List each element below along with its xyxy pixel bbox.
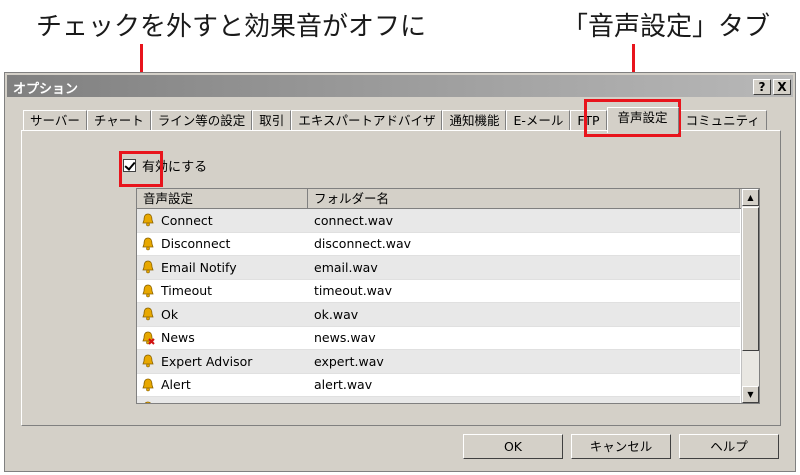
tab-4[interactable]: エキスパートアドバイザ xyxy=(291,110,443,132)
event-cell[interactable]: Alert xyxy=(137,377,308,392)
help-title-button[interactable]: ? xyxy=(753,79,771,95)
tab-5[interactable]: 通知機能 xyxy=(442,110,507,132)
tab-6[interactable]: E-メール xyxy=(506,110,571,132)
event-cell[interactable]: Email Notify xyxy=(137,260,308,275)
event-cell[interactable]: Expert Advisor xyxy=(137,354,308,369)
bell-disabled-icon xyxy=(141,331,155,345)
list-item[interactable]: Timeout timeout.wav xyxy=(137,280,740,303)
dialog-title: オプション xyxy=(13,82,79,97)
event-cell[interactable]: Ok xyxy=(137,307,308,322)
cancel-button[interactable]: キャンセル xyxy=(571,434,671,459)
list-item[interactable]: Expert Advisor expert.wav xyxy=(137,350,740,374)
list-item[interactable]: Email Notify email.wav xyxy=(137,256,740,280)
list-item[interactable]: Request alert.wav xyxy=(137,397,740,403)
tab-2[interactable]: ライン等の設定 xyxy=(150,110,253,132)
bell-icon xyxy=(141,401,155,403)
list-rows: Connect connect.wav Disconnect disconnect.w… xyxy=(137,209,740,403)
file-cell[interactable]: email.wav xyxy=(308,260,740,275)
vertical-scrollbar[interactable]: ▲ ▼ xyxy=(741,189,759,403)
event-cell[interactable]: Request xyxy=(137,401,308,403)
event-cell[interactable]: Timeout xyxy=(137,283,308,298)
bell-icon xyxy=(141,378,155,392)
list-item[interactable]: Disconnect disconnect.wav xyxy=(137,233,740,256)
tab-3[interactable]: 取引 xyxy=(252,110,292,132)
column-header-event[interactable]: 音声設定 xyxy=(137,189,308,208)
event-cell[interactable]: Connect xyxy=(137,213,308,228)
event-name: Request xyxy=(161,401,212,403)
scroll-up-button[interactable]: ▲ xyxy=(742,189,759,206)
close-title-button[interactable]: X xyxy=(773,79,791,95)
tab-annotation: 「音声設定」タブ xyxy=(562,12,771,42)
file-cell[interactable]: alert.wav xyxy=(308,401,740,403)
event-cell[interactable]: Disconnect xyxy=(137,236,308,251)
bell-icon xyxy=(141,354,155,368)
file-cell[interactable]: expert.wav xyxy=(308,354,740,369)
file-cell[interactable]: timeout.wav xyxy=(308,283,740,298)
sound-events-list: 音声設定 フォルダー名 Connect connect.wav Disconnect… xyxy=(136,188,760,404)
tab-strip: サーバー チャート ライン等の設定 取引 エキスパートアドバイザ 通知機能 E-メール FTP… xyxy=(23,107,767,133)
event-name: News xyxy=(161,330,195,346)
bell-icon xyxy=(141,284,155,298)
scroll-down-button[interactable]: ▼ xyxy=(742,386,759,403)
event-name: Disconnect xyxy=(161,236,231,252)
checkbox-highlight xyxy=(119,151,163,187)
event-name: Email Notify xyxy=(161,259,237,275)
title-bar: オプション ? X xyxy=(7,75,793,97)
list-header: 音声設定 フォルダー名 xyxy=(137,189,759,209)
event-name: Expert Advisor xyxy=(161,353,253,369)
bell-icon xyxy=(141,213,155,227)
file-cell[interactable]: news.wav xyxy=(308,330,740,345)
event-name: Connect xyxy=(161,212,213,228)
bell-icon xyxy=(141,237,155,251)
tab-9[interactable]: コミュニティ xyxy=(678,110,767,132)
event-name: Alert xyxy=(161,377,191,393)
file-cell[interactable]: disconnect.wav xyxy=(308,236,740,251)
ok-button[interactable]: OK xyxy=(463,434,563,459)
tab-8[interactable]: 音声設定 xyxy=(606,107,679,133)
file-cell[interactable]: connect.wav xyxy=(308,213,740,228)
file-cell[interactable]: alert.wav xyxy=(308,377,740,392)
help-button[interactable]: ヘルプ xyxy=(679,434,779,459)
list-item[interactable]: News news.wav xyxy=(137,327,740,350)
tab-1[interactable]: チャート xyxy=(86,110,151,132)
event-name: Ok xyxy=(161,306,179,322)
scroll-thumb[interactable] xyxy=(742,207,759,351)
list-item[interactable]: Alert alert.wav xyxy=(137,374,740,397)
bell-icon xyxy=(141,260,155,274)
tab-0[interactable]: サーバー xyxy=(23,110,87,132)
file-cell[interactable]: ok.wav xyxy=(308,307,740,322)
event-cell[interactable]: News xyxy=(137,330,308,345)
checkbox-annotation: チェックを外すと効果音がオフに xyxy=(36,12,427,42)
options-dialog: オプション ? X サーバー チャート ライン等の設定 取引 エキスパートアドバイザ 通知… xyxy=(4,72,796,472)
event-name: Timeout xyxy=(161,283,213,299)
bell-icon xyxy=(141,307,155,321)
list-item[interactable]: Ok ok.wav xyxy=(137,303,740,327)
list-item[interactable]: Connect connect.wav xyxy=(137,209,740,233)
column-header-file[interactable]: フォルダー名 xyxy=(308,189,740,208)
